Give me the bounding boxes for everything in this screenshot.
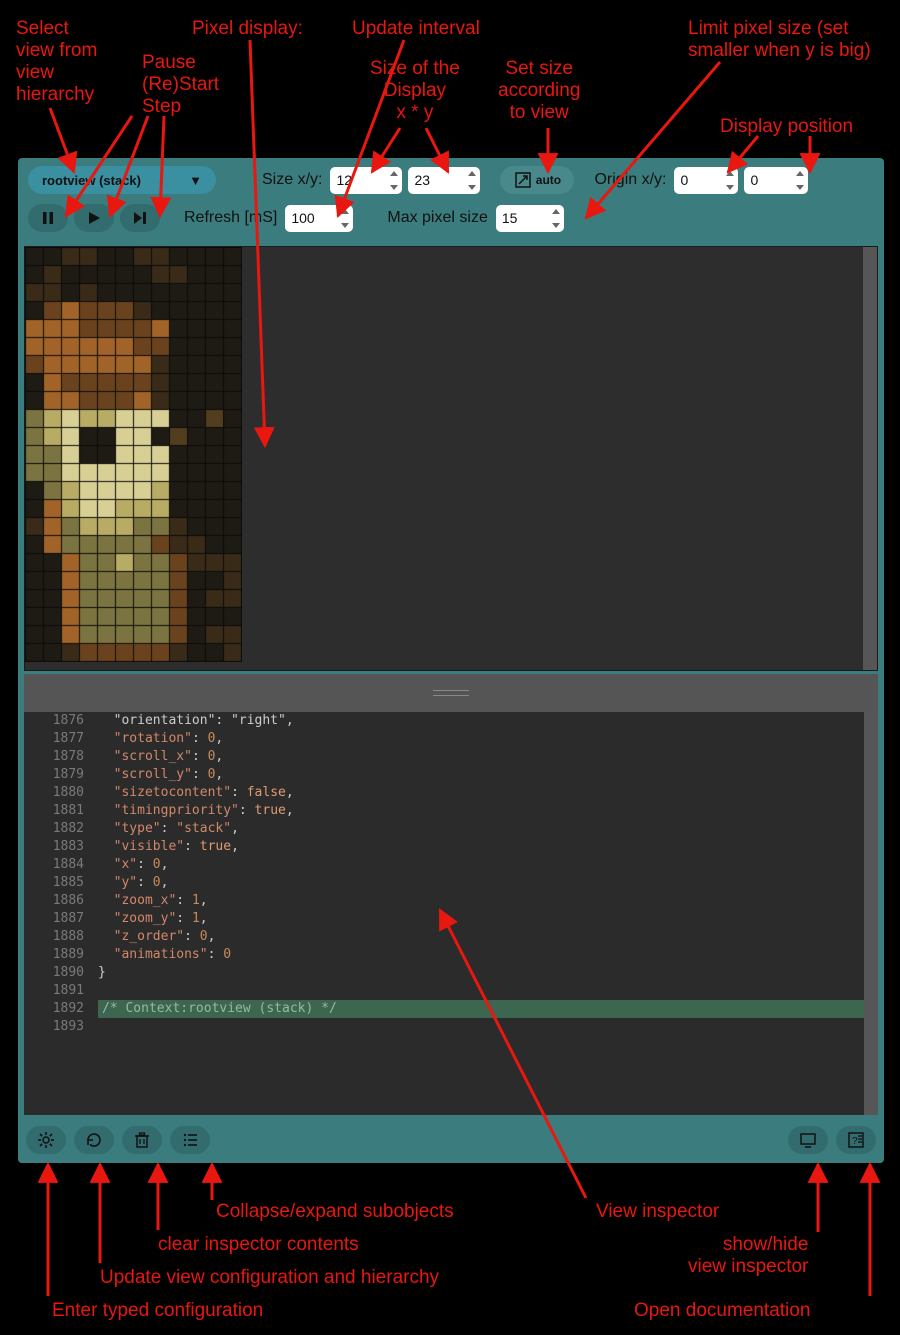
code-inspector[interactable]: 1876187718781879188018811882188318841885… — [24, 712, 878, 1115]
anno-pause-restart-step: Pause (Re)Start Step — [142, 52, 219, 118]
size-y-input[interactable]: 23 — [408, 167, 480, 194]
list-icon — [181, 1131, 199, 1149]
toggle-inspector-button[interactable] — [788, 1126, 828, 1154]
size-y-value: 23 — [414, 172, 430, 188]
line-gutter: 1876187718781879188018811882188318841885… — [24, 712, 92, 1115]
resize-icon — [514, 171, 532, 189]
open-docs-button[interactable]: ? — [836, 1126, 876, 1154]
auto-size-button[interactable]: auto — [500, 166, 574, 194]
anno-show-hide-inspector: show/hide view inspector — [688, 1234, 808, 1278]
refresh-input[interactable]: 100 — [285, 205, 353, 232]
code-lines: "orientation": "right", "rotation": 0, "… — [98, 712, 864, 1036]
view-selector[interactable]: rootview (stack) ▼ — [28, 166, 216, 194]
anno-view-inspector: View inspector — [596, 1201, 719, 1223]
origin-x-input[interactable]: 0 — [674, 167, 738, 194]
max-pixel-label: Max pixel size — [387, 209, 487, 227]
anno-enter-typed-config: Enter typed configuration — [52, 1300, 263, 1322]
gear-icon — [37, 1131, 55, 1149]
anno-set-size-to-view: Set size according to view — [498, 58, 580, 124]
anno-select-view: Select view from view hierarchy — [16, 18, 97, 106]
refresh-icon — [85, 1131, 103, 1149]
svg-text:?: ? — [852, 1136, 858, 1147]
main-panel: rootview (stack) ▼ Size x/y: 12 23 auto … — [18, 158, 884, 1163]
monitor-icon — [799, 1131, 817, 1149]
help-doc-icon: ? — [847, 1131, 865, 1149]
anno-update-interval: Update interval — [352, 18, 480, 40]
toolbar-row-2: Refresh [mS] 100 Max pixel size 15 — [18, 196, 884, 234]
anno-update-view-config: Update view configuration and hierarchy — [100, 1267, 439, 1289]
stepper-icon[interactable] — [467, 169, 477, 192]
enter-config-button[interactable] — [26, 1126, 66, 1154]
step-button[interactable] — [120, 204, 160, 232]
grip-icon — [433, 690, 469, 696]
update-config-button[interactable] — [74, 1126, 114, 1154]
origin-label: Origin x/y: — [594, 171, 666, 189]
code-scrollbar[interactable] — [864, 712, 878, 1115]
stepper-icon[interactable] — [340, 207, 350, 230]
pause-icon — [39, 209, 57, 227]
view-selector-label: rootview (stack) — [42, 173, 141, 188]
anno-clear-inspector: clear inspector contents — [158, 1234, 359, 1256]
stepper-icon[interactable] — [795, 169, 805, 192]
trash-icon — [133, 1131, 151, 1149]
step-icon — [131, 209, 149, 227]
play-button[interactable] — [74, 204, 114, 232]
max-pixel-value: 15 — [502, 210, 518, 226]
refresh-label: Refresh [mS] — [184, 209, 277, 227]
bottom-toolbar: ? — [18, 1117, 884, 1163]
origin-y-input[interactable]: 0 — [744, 167, 808, 194]
pause-button[interactable] — [28, 204, 68, 232]
stepper-icon[interactable] — [551, 207, 561, 230]
collapse-expand-button[interactable] — [170, 1126, 210, 1154]
clear-inspector-button[interactable] — [122, 1126, 162, 1154]
pixel-display[interactable] — [24, 246, 878, 671]
size-x-input[interactable]: 12 — [330, 167, 402, 194]
display-scrollbar[interactable] — [863, 247, 877, 670]
size-label: Size x/y: — [262, 171, 322, 189]
auto-label: auto — [536, 173, 561, 187]
anno-limit-pixel-size: Limit pixel size (set smaller when y is … — [688, 18, 871, 62]
anno-pixel-display: Pixel display: — [192, 18, 303, 40]
stepper-icon[interactable] — [725, 169, 735, 192]
anno-open-docs: Open documentation — [634, 1300, 810, 1322]
origin-x-value: 0 — [680, 172, 688, 188]
anno-size-of-display: Size of the Display x * y — [370, 58, 460, 124]
max-pixel-input[interactable]: 15 — [496, 205, 564, 232]
anno-collapse-expand: Collapse/expand subobjects — [216, 1201, 454, 1223]
splitter-handle[interactable] — [24, 674, 878, 712]
origin-y-value: 0 — [750, 172, 758, 188]
refresh-value: 100 — [291, 210, 314, 226]
stepper-icon[interactable] — [389, 169, 399, 192]
anno-display-position: Display position — [720, 116, 853, 138]
size-x-value: 12 — [336, 172, 352, 188]
play-icon — [85, 209, 103, 227]
pixel-grid-canvas — [25, 247, 242, 662]
chevron-down-icon: ▼ — [189, 173, 202, 188]
toolbar-row-1: rootview (stack) ▼ Size x/y: 12 23 auto … — [18, 158, 884, 196]
